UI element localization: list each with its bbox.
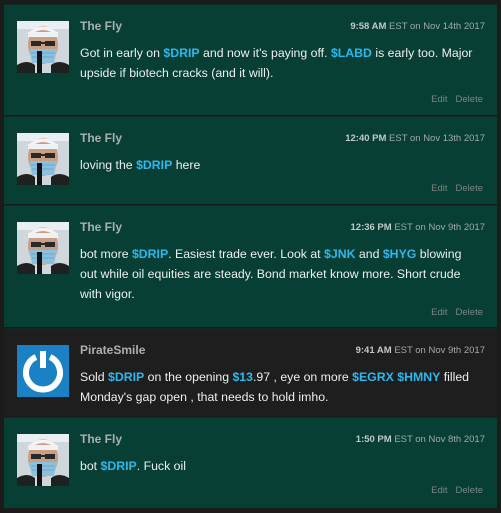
avatar-masked-face-avatar[interactable] xyxy=(17,133,69,185)
edit-link[interactable]: Edit xyxy=(431,94,447,105)
message-text: here xyxy=(172,158,201,172)
ticker-link[interactable]: $13 xyxy=(232,370,253,384)
timestamp-time: 12:36 PM xyxy=(350,222,392,233)
timestamp-time: 9:58 AM xyxy=(350,21,387,32)
ticker-link[interactable]: $DRIP xyxy=(163,46,199,60)
timestamp: 9:58 AM EST on Nov 14th 2017 xyxy=(350,21,485,32)
message-text: bot xyxy=(80,459,101,473)
timestamp-date: EST on Nov 13th 2017 xyxy=(386,133,485,144)
ticker-link[interactable]: $JNK xyxy=(324,247,355,261)
message-text: Sold xyxy=(80,370,109,384)
edit-link[interactable]: Edit xyxy=(431,307,447,318)
message-post: The Fly 1:50 PM EST on Nov 8th 2017 bot $D… xyxy=(4,417,497,508)
avatar-masked-face-avatar[interactable] xyxy=(17,434,69,486)
timestamp: 12:40 PM EST on Nov 13th 2017 xyxy=(345,133,485,144)
username[interactable]: The Fly xyxy=(80,432,122,446)
username[interactable]: PirateSmile xyxy=(80,343,145,357)
message-text: . Fuck oil xyxy=(136,459,186,473)
post-actions: Edit Delete xyxy=(423,307,483,318)
message-text: Got in early on xyxy=(80,46,164,60)
message-text: on the opening xyxy=(144,370,233,384)
timestamp-date: EST on Nov 9th 2017 xyxy=(391,345,485,356)
username[interactable]: The Fly xyxy=(80,220,122,234)
timestamp-date: EST on Nov 8th 2017 xyxy=(391,434,485,445)
post-actions: Edit Delete xyxy=(423,183,483,194)
avatar-masked-face-avatar[interactable] xyxy=(17,21,69,73)
message-body: bot $DRIP. Fuck oil xyxy=(80,456,476,476)
timestamp-time: 1:50 PM xyxy=(355,434,392,445)
message-body: Sold $DRIP on the opening $13.97 , eye o… xyxy=(80,367,476,407)
delete-link[interactable]: Delete xyxy=(456,94,483,105)
message-text: loving the xyxy=(80,158,137,172)
timestamp-date: EST on Nov 14th 2017 xyxy=(386,21,485,32)
message-post: The Fly 12:40 PM EST on Nov 13th 2017 lovi… xyxy=(4,116,497,204)
ticker-link[interactable]: $DRIP xyxy=(132,247,168,261)
post-actions: Edit Delete xyxy=(423,94,483,105)
ticker-link[interactable]: $DRIP xyxy=(108,370,144,384)
ticker-link[interactable]: $LABD xyxy=(331,46,372,60)
message-text: .97 , eye on more xyxy=(253,370,353,384)
timestamp: 9:41 AM EST on Nov 9th 2017 xyxy=(356,345,485,356)
message-text: bot more xyxy=(80,247,132,261)
username[interactable]: The Fly xyxy=(80,131,122,145)
message-body: loving the $DRIP here xyxy=(80,155,476,175)
post-actions: Edit Delete xyxy=(423,485,483,496)
timestamp-time: 9:41 AM xyxy=(355,345,392,356)
delete-link[interactable]: Delete xyxy=(456,485,483,496)
ticker-link[interactable]: $HMNY xyxy=(397,370,440,384)
edit-link[interactable]: Edit xyxy=(431,485,447,496)
message-feed: The Fly 9:58 AM EST on Nov 14th 2017 Got i… xyxy=(0,0,501,513)
ticker-link[interactable]: $EGRX xyxy=(352,370,394,384)
ticker-link[interactable]: $HYG xyxy=(383,247,417,261)
message-post: PirateSmile 9:41 AM EST on Nov 9th 2017 So… xyxy=(4,328,497,416)
avatar-masked-face-avatar[interactable] xyxy=(17,222,69,274)
timestamp: 1:50 PM EST on Nov 8th 2017 xyxy=(356,434,485,445)
message-text: . Easiest trade ever. Look at xyxy=(168,247,325,261)
edit-link[interactable]: Edit xyxy=(431,183,447,194)
message-post: The Fly 12:36 PM EST on Nov 9th 2017 bot m… xyxy=(4,205,497,327)
message-post: The Fly 9:58 AM EST on Nov 14th 2017 Got i… xyxy=(4,4,497,115)
ticker-link[interactable]: $DRIP xyxy=(101,459,137,473)
message-body: bot more $DRIP. Easiest trade ever. Look… xyxy=(80,244,476,304)
ticker-link[interactable]: $DRIP xyxy=(136,158,172,172)
timestamp: 12:36 PM EST on Nov 9th 2017 xyxy=(351,222,486,233)
timestamp-date: EST on Nov 9th 2017 xyxy=(391,222,485,233)
timestamp-time: 12:40 PM xyxy=(345,133,387,144)
delete-link[interactable]: Delete xyxy=(456,307,483,318)
message-body: Got in early on $DRIP and now it's payin… xyxy=(80,43,476,83)
message-text: and xyxy=(355,247,383,261)
username[interactable]: The Fly xyxy=(80,19,122,33)
message-text: and now it's paying off. xyxy=(199,46,331,60)
avatar-power-ring-avatar[interactable] xyxy=(17,345,69,397)
delete-link[interactable]: Delete xyxy=(456,183,483,194)
